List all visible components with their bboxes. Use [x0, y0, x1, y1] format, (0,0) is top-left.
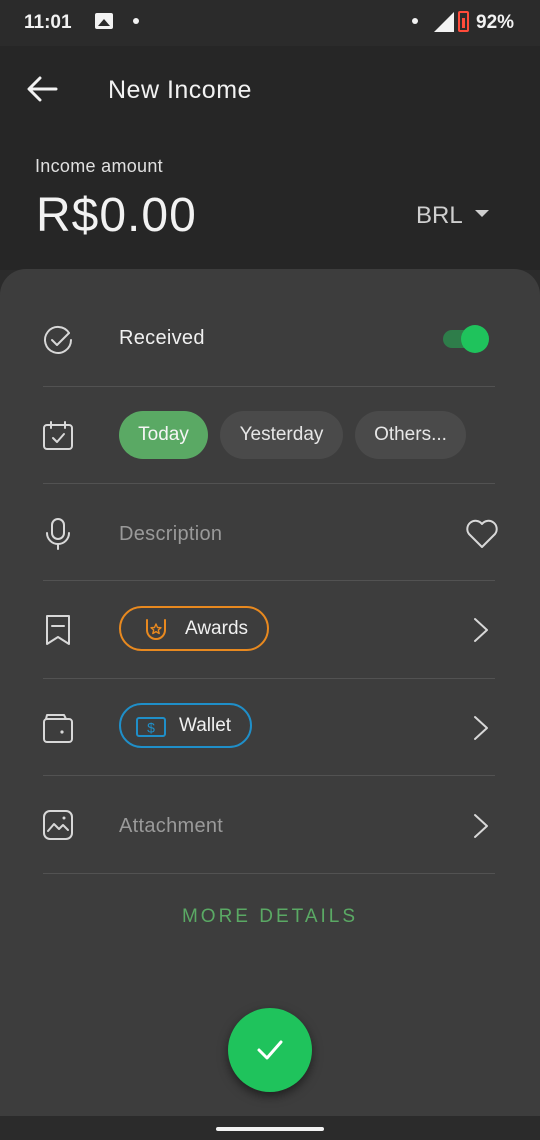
- image-attachment-icon: [43, 810, 73, 840]
- received-toggle[interactable]: [441, 323, 491, 353]
- check-circle-icon: [44, 325, 72, 354]
- account-label: Wallet: [179, 715, 232, 736]
- bookmark-icon: [46, 615, 70, 645]
- page-title: New Income: [108, 76, 252, 104]
- income-form-sheet: Received Today Yesterday Others... Descr…: [0, 269, 540, 1117]
- divider: [43, 678, 495, 679]
- received-label: Received: [119, 327, 205, 349]
- category-label: Awards: [185, 618, 249, 639]
- account-tag[interactable]: $ Wallet: [119, 703, 252, 748]
- dollar-bill-icon: $: [136, 717, 166, 737]
- check-icon: [257, 1040, 283, 1060]
- calendar-icon: [43, 421, 73, 450]
- gallery-icon: [95, 13, 113, 29]
- heart-icon[interactable]: [465, 519, 499, 549]
- divider: [43, 386, 495, 387]
- description-input[interactable]: Description: [119, 523, 222, 546]
- divider: [43, 580, 495, 581]
- divider: [43, 775, 495, 776]
- signal-icon: [434, 12, 454, 32]
- date-chip-others[interactable]: Others...: [355, 411, 466, 459]
- award-badge-icon: [146, 619, 166, 640]
- toggle-thumb: [461, 325, 489, 353]
- date-chip-today[interactable]: Today: [119, 411, 208, 459]
- battery-icon: [458, 11, 469, 32]
- chevron-right-icon[interactable]: [472, 715, 490, 741]
- save-fab-button[interactable]: [228, 1008, 312, 1092]
- app-header: New Income Income amount R$0.00 BRL: [0, 46, 540, 270]
- amount-value[interactable]: R$0.00: [36, 188, 197, 243]
- status-time: 11:01: [24, 12, 72, 33]
- amount-label: Income amount: [35, 156, 163, 176]
- divider: [43, 483, 495, 484]
- status-bar: 11:01 92%: [0, 0, 540, 46]
- caret-down-icon: [474, 210, 489, 218]
- received-row[interactable]: Received: [0, 290, 540, 387]
- currency-selector[interactable]: BRL: [416, 202, 489, 230]
- wallet-icon: [43, 714, 73, 743]
- microphone-icon[interactable]: [42, 517, 74, 551]
- divider: [43, 873, 495, 874]
- chevron-right-icon[interactable]: [472, 617, 490, 643]
- notification-dot-icon: [133, 18, 139, 24]
- svg-text:$: $: [147, 720, 155, 736]
- battery-percent: 92%: [476, 12, 515, 33]
- status-dot-icon: [412, 18, 418, 24]
- home-gesture-handle[interactable]: [216, 1127, 324, 1131]
- attachment-input[interactable]: Attachment: [119, 815, 223, 838]
- category-tag[interactable]: Awards: [119, 606, 269, 651]
- currency-label: BRL: [416, 202, 463, 229]
- date-chip-yesterday[interactable]: Yesterday: [220, 411, 343, 459]
- more-details-button[interactable]: MORE DETAILS: [0, 906, 540, 928]
- back-arrow-icon[interactable]: [26, 76, 58, 102]
- system-nav-bar: [0, 1116, 540, 1140]
- chevron-right-icon[interactable]: [472, 813, 490, 839]
